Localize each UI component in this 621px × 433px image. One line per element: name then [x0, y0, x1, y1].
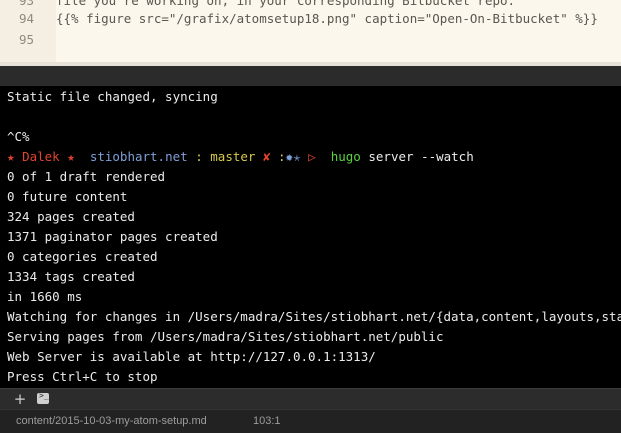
terminal-line: 1334 tags created	[7, 269, 135, 284]
line-text[interactable]: {{% figure src="/grafix/atomsetup18.png"…	[56, 9, 598, 29]
prompt-host: stiobhart.net	[89, 149, 188, 164]
terminal-line: in 1660 ms	[7, 289, 83, 304]
terminal-line: ^C%	[7, 129, 30, 144]
dirty-icon: ✘	[262, 149, 271, 164]
terminal-panel[interactable]: Static file changed, syncing ^C% ★ Dalek…	[0, 86, 621, 388]
terminal-header	[0, 66, 621, 86]
terminal-line: Serving pages from /Users/madra/Sites/st…	[7, 329, 444, 344]
prompt-separator: :	[195, 149, 203, 164]
line-number: 95	[18, 32, 34, 47]
editor-pane[interactable]: 93 file you're working on, in your corre…	[0, 0, 621, 62]
prompt-command: hugo	[330, 149, 361, 164]
terminal-toolbar: + >_	[0, 388, 621, 409]
terminal-line: 1371 paginator pages created	[7, 229, 218, 244]
terminal-prompt-icon[interactable]: >_	[37, 391, 49, 404]
terminal-line: 0 of 1 draft rendered	[7, 169, 166, 184]
line-number: 94	[18, 11, 34, 26]
terminal-line: Press Ctrl+C to stop	[7, 369, 158, 384]
editor-line[interactable]: 94 {{% figure src="/grafix/atomsetup18.p…	[0, 9, 621, 29]
terminal-line: 324 pages created	[7, 209, 135, 224]
terminal-line: Watching for changes in /Users/madra/Sit…	[7, 309, 621, 324]
editor-line[interactable]	[0, 50, 621, 62]
arrow-icon: ▷	[308, 149, 316, 164]
terminal-line: 0 categories created	[7, 249, 158, 264]
star-icon: ★	[67, 149, 75, 164]
shell-prompt: ★ Dalek ★ stiobhart.net : master ✘ :✹✭ ▷…	[7, 147, 474, 167]
status-bar: content/2015-10-03-my-atom-setup.md 103:…	[0, 409, 621, 433]
jobs-icon: ✹✭	[285, 149, 301, 164]
status-file-path[interactable]: content/2015-10-03-my-atom-setup.md	[16, 410, 207, 433]
prompt-glyph: >_	[39, 391, 49, 400]
prompt-user: Dalek	[22, 149, 60, 164]
terminal-line: Web Server is available at http://127.0.…	[7, 349, 376, 364]
editor-line[interactable]: 95	[0, 30, 621, 50]
status-cursor-position[interactable]: 103:1	[253, 410, 281, 433]
prompt-args: server --watch	[368, 149, 474, 164]
star-icon: ★	[7, 149, 15, 164]
terminal-line: 0 future content	[7, 189, 128, 204]
prompt-separator: :	[278, 149, 286, 164]
terminal-line: Static file changed, syncing	[7, 89, 218, 104]
add-terminal-button[interactable]: +	[12, 391, 28, 407]
prompt-branch: master	[210, 149, 256, 164]
